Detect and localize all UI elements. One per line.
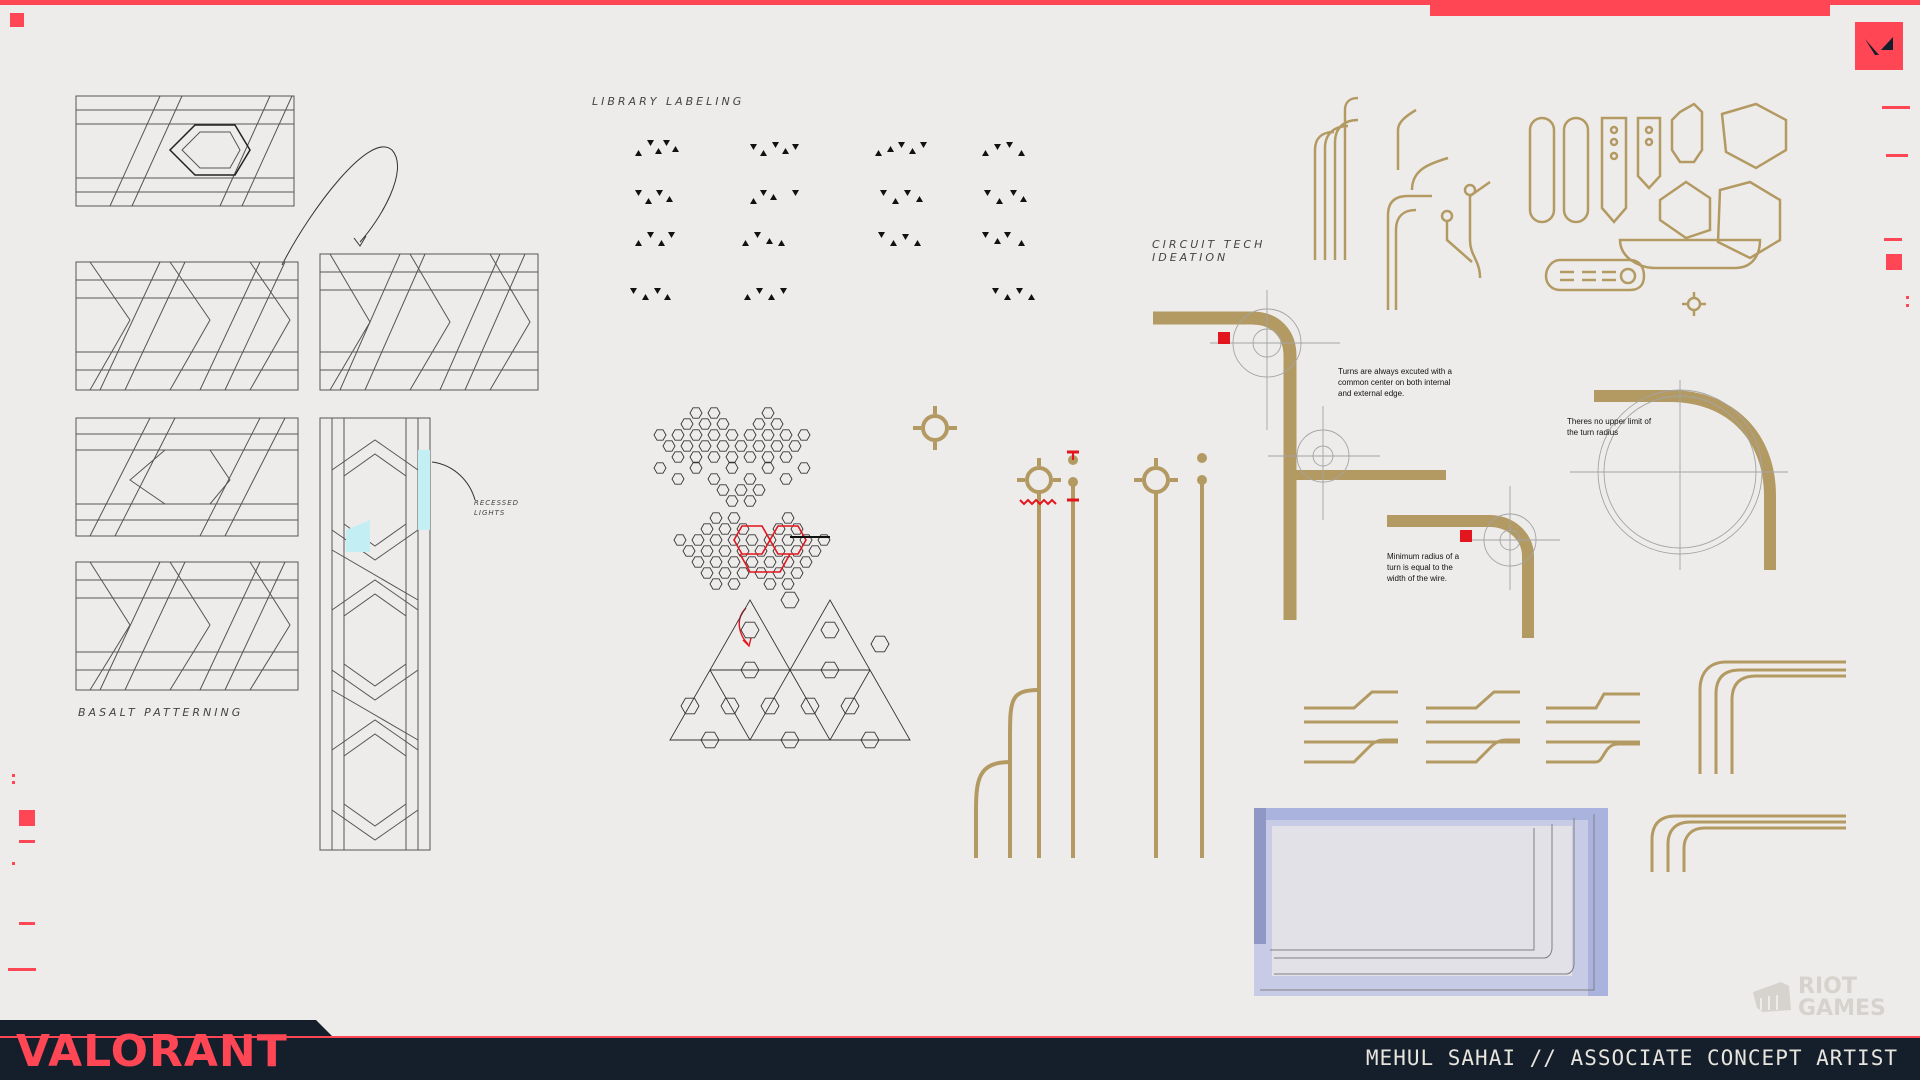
riot-wordmark: RIOT <box>1798 974 1857 999</box>
recessed-lights-label: RECESSED LIGHTS <box>474 499 520 517</box>
turn-start-marker <box>1218 332 1230 344</box>
left-dot <box>12 862 15 865</box>
left-tick <box>8 968 36 971</box>
top-accent-tab <box>1430 0 1830 16</box>
hex-cluster-middle <box>673 512 831 648</box>
right-tick <box>1886 154 1908 157</box>
right-marker <box>1886 254 1902 270</box>
concept-art-sheet: BASALT PATTERNING RECESSED LIGHTS LIBRAR… <box>0 0 1920 1080</box>
footer-accent-line <box>0 1036 1920 1038</box>
riot-fist-icon <box>1753 982 1791 1012</box>
hex-cluster-bottom <box>669 591 911 749</box>
left-tick <box>19 922 35 925</box>
right-tick <box>1884 238 1902 241</box>
note-common-center: Turns are always excuted with a common c… <box>1338 367 1452 398</box>
right-tick <box>1882 106 1910 109</box>
right-dot <box>1906 296 1909 299</box>
circuit-turn-studies <box>1153 96 1788 638</box>
right-dot <box>1906 304 1909 307</box>
valorant-logo: VALORANT <box>16 1026 288 1077</box>
basalt-patterning-label: BASALT PATTERNING <box>78 706 244 719</box>
hex-cluster-top <box>653 407 811 507</box>
glyph-row <box>635 140 1025 156</box>
note-no-upper-limit: Theres no upper limit of the turn radius <box>1567 417 1652 437</box>
library-glyph-grid <box>630 140 1035 300</box>
note-minimum-radius: Minimum radius of a turn is equal to the… <box>1387 552 1460 583</box>
hex-grid-sketches <box>653 407 911 749</box>
basalt-pattern-sketches <box>75 95 539 851</box>
left-dot <box>12 781 15 784</box>
glass-frame-study <box>1254 808 1608 996</box>
left-marker <box>19 810 35 826</box>
glyph-row <box>630 288 1035 300</box>
games-wordmark: GAMES <box>1798 996 1886 1021</box>
left-dot <box>12 774 15 777</box>
left-tick <box>19 840 35 843</box>
artist-credit: MEHUL SAHAI // ASSOCIATE CONCEPT ARTIST <box>1365 1046 1898 1070</box>
valorant-v-icon <box>1855 22 1903 70</box>
turn-start-marker <box>1460 530 1472 542</box>
glyph-row <box>635 190 1027 204</box>
glyph-row <box>635 232 1025 246</box>
corner-marker <box>10 13 24 27</box>
library-labeling-label: LIBRARY LABELING <box>592 95 745 108</box>
